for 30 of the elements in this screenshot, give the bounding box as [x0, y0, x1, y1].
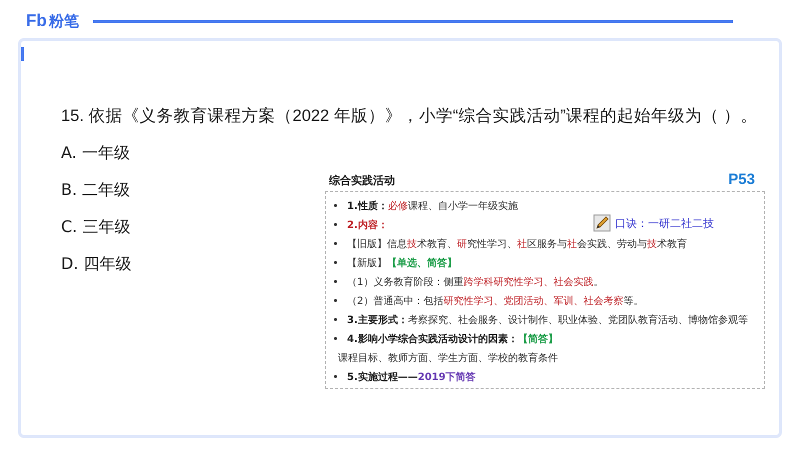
- bullet-icon: [334, 261, 337, 264]
- bullet-icon: [334, 299, 337, 302]
- answer-option: B. 二年级: [61, 180, 132, 201]
- bullet-icon: [334, 375, 337, 378]
- page-number: P53: [728, 171, 755, 188]
- note-line: （1）义务教育阶段：侧重跨学科研究性学习、社会实践。: [347, 276, 604, 288]
- note-title: 综合实践活动: [329, 173, 395, 188]
- note-line: 2.内容：: [347, 218, 388, 232]
- answer-option: C. 三年级: [61, 217, 132, 238]
- bullet-icon: [334, 280, 337, 283]
- note-line: （2）普通高中：包括研究性学习、党团活动、军训、社会考察等。: [347, 294, 644, 308]
- note-line: 4.影响小学综合实践活动设计的因素：【简答】: [347, 332, 558, 346]
- bullet-icon: [334, 337, 337, 340]
- question-text: 15. 依据《义务教育课程方案（2022 年版）》，小学“综合实践活动”课程的起始年级为（ ）。: [61, 106, 758, 127]
- answer-option: D. 四年级: [61, 254, 132, 275]
- bullet-icon: [334, 242, 337, 245]
- note-line: 【旧版】信息技术教育、研究性学习、社区服务与社会实践、劳动与技术教育: [347, 238, 687, 250]
- logo-mark: Fb: [26, 11, 47, 31]
- answer-option: A. 一年级: [61, 143, 132, 164]
- bullet-icon: [334, 204, 337, 207]
- pencil-icon: [593, 214, 611, 232]
- note-line: 5.实施过程——2019下简答: [347, 370, 476, 384]
- note-line: 【新版】【单选、简答】: [347, 256, 457, 270]
- logo-name: 粉笔: [48, 12, 79, 30]
- note-line: 3.主要形式：考察探究、社会服务、设计制作、职业体验、党团队教育活动、博物馆参观等: [347, 313, 748, 326]
- bullet-icon: [334, 318, 337, 321]
- note-line: 1.性质：必修课程、自小学一年级实施: [347, 200, 518, 212]
- bullet-icon: [334, 223, 337, 226]
- mnemonic-text: 口诀：一研二社二技: [615, 216, 714, 230]
- note-line: 课程目标、教师方面、学生方面、学校的教育条件: [338, 352, 558, 364]
